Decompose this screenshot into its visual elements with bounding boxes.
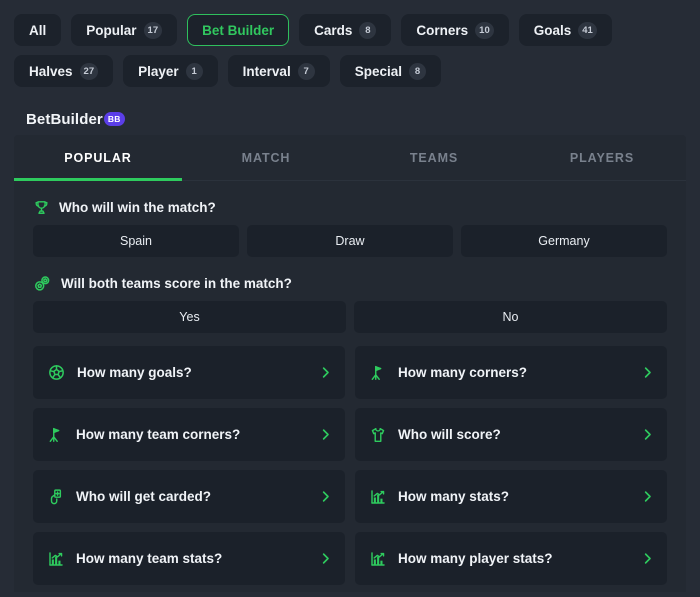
market-filter-chips: All Popular 17 Bet Builder Cards 8 Corners 10 Go… — [0, 0, 700, 87]
filter-chip-cards[interactable]: Cards 8 — [299, 14, 392, 46]
chevron-right-icon[interactable] — [640, 551, 655, 566]
outcome-label: Draw — [335, 234, 365, 248]
chevron-right-icon[interactable] — [318, 365, 333, 380]
market-row-label: How many stats? — [398, 489, 510, 504]
provider-name: BetBuilder — [26, 110, 103, 128]
market-row-label: Who will score? — [398, 427, 501, 442]
market-tabs: POPULAR MATCH TEAMS PLAYERS — [14, 135, 686, 181]
filter-chip-label: Cards — [314, 22, 353, 38]
market-header: Who will win the match? — [33, 194, 667, 220]
market-row-label: How many team stats? — [76, 551, 223, 566]
chevron-right-icon[interactable] — [640, 489, 655, 504]
market-row-label: How many team corners? — [76, 427, 241, 442]
filter-chip-label: All — [29, 22, 47, 38]
bar-chart-icon — [47, 550, 65, 568]
filter-chip-special[interactable]: Special 8 — [339, 55, 441, 87]
market-block: Will both teams score in the match? Yes No — [33, 270, 667, 333]
expandable-market-grid: How many goals? How many corners? How many… — [33, 346, 667, 585]
chevron-right-icon[interactable] — [318, 551, 333, 566]
football-icon — [47, 363, 66, 382]
market-row[interactable]: How many team corners? — [33, 408, 345, 461]
outcome-button-germany[interactable]: Germany — [461, 225, 667, 257]
filter-chip-count: 27 — [79, 62, 99, 80]
outcome-label: Yes — [179, 310, 200, 324]
outcome-button-spain[interactable]: Spain — [33, 225, 239, 257]
filter-chip-label: Corners — [416, 22, 469, 38]
two-footballs-icon — [33, 274, 52, 293]
filter-chip-count: 17 — [143, 21, 163, 39]
jersey-icon — [369, 426, 387, 444]
tab-players[interactable]: PLAYERS — [518, 135, 686, 180]
filter-chip-corners[interactable]: Corners 10 — [401, 14, 509, 46]
filter-chip-count: 7 — [297, 62, 315, 80]
tab-label: POPULAR — [64, 150, 132, 165]
tab-label: MATCH — [241, 150, 291, 165]
tab-label: TEAMS — [409, 150, 459, 165]
market-content: Who will win the match? Spain Draw Germany W… — [14, 181, 686, 585]
filter-chip-bet-builder[interactable]: Bet Builder — [187, 14, 290, 46]
provider-header: BetBuilder BB — [0, 87, 700, 129]
market-header: Will both teams score in the match? — [33, 270, 667, 296]
outcome-label: Germany — [538, 234, 590, 248]
filter-chip-count: 10 — [475, 21, 494, 39]
filter-chip-label: Goals — [533, 22, 572, 38]
market-row[interactable]: How many goals? — [33, 346, 345, 399]
filter-chip-label: Player — [138, 63, 179, 79]
market-title: Who will win the match? — [59, 199, 216, 215]
filter-chip-goals[interactable]: Goals 41 — [518, 14, 612, 46]
filter-chip-interval[interactable]: Interval 7 — [227, 55, 330, 87]
market-row[interactable]: Who will get carded? — [33, 470, 345, 523]
corner-flag-icon — [369, 364, 387, 382]
filter-chip-player[interactable]: Player 1 — [123, 55, 218, 87]
market-row[interactable]: How many player stats? — [355, 532, 667, 585]
market-row-label: How many corners? — [398, 365, 528, 380]
bar-chart-icon — [369, 488, 387, 506]
market-block: Who will win the match? Spain Draw Germany — [33, 194, 667, 257]
filter-chip-count: 1 — [185, 62, 203, 80]
filter-chip-halves[interactable]: Halves 27 — [14, 55, 114, 87]
outcome-button-yes[interactable]: Yes — [33, 301, 346, 333]
outcome-button-no[interactable]: No — [354, 301, 667, 333]
filter-chip-count: 41 — [578, 21, 597, 39]
bar-chart-icon — [369, 550, 387, 568]
filter-chip-label: Interval — [242, 63, 291, 79]
trophy-icon — [33, 199, 50, 216]
chevron-right-icon[interactable] — [640, 427, 655, 442]
market-row[interactable]: How many stats? — [355, 470, 667, 523]
provider-badge: BB — [103, 112, 125, 126]
tab-teams[interactable]: TEAMS — [350, 135, 518, 180]
market-outcomes: Yes No — [33, 301, 667, 333]
card-hand-icon — [47, 488, 65, 506]
tab-label: PLAYERS — [569, 150, 635, 165]
market-row-label: Who will get carded? — [76, 489, 212, 504]
market-row-label: How many goals? — [77, 365, 192, 380]
filter-chip-count: 8 — [408, 62, 426, 80]
filter-chip-label: Bet Builder — [202, 22, 275, 38]
betbuilder-panel: POPULAR MATCH TEAMS PLAYERS Who will win th… — [14, 135, 686, 592]
chevron-right-icon[interactable] — [318, 489, 333, 504]
filter-chip-label: Special — [354, 63, 402, 79]
corner-flag-icon — [47, 426, 65, 444]
market-row[interactable]: How many team stats? — [33, 532, 345, 585]
outcome-label: No — [502, 310, 519, 324]
chevron-right-icon[interactable] — [640, 365, 655, 380]
filter-chip-label: Halves — [29, 63, 73, 79]
market-row[interactable]: How many corners? — [355, 346, 667, 399]
market-outcomes: Spain Draw Germany — [33, 225, 667, 257]
tab-match[interactable]: MATCH — [182, 135, 350, 180]
market-row[interactable]: Who will score? — [355, 408, 667, 461]
outcome-button-draw[interactable]: Draw — [247, 225, 453, 257]
chevron-right-icon[interactable] — [318, 427, 333, 442]
filter-chip-popular[interactable]: Popular 17 — [71, 14, 178, 46]
market-row-label: How many player stats? — [398, 551, 553, 566]
outcome-label: Spain — [120, 234, 152, 248]
filter-chip-label: Popular — [86, 22, 137, 38]
tab-popular[interactable]: POPULAR — [14, 135, 182, 181]
market-title: Will both teams score in the match? — [61, 275, 292, 291]
filter-chip-count: 8 — [359, 21, 377, 39]
filter-chip-all[interactable]: All — [14, 14, 62, 46]
